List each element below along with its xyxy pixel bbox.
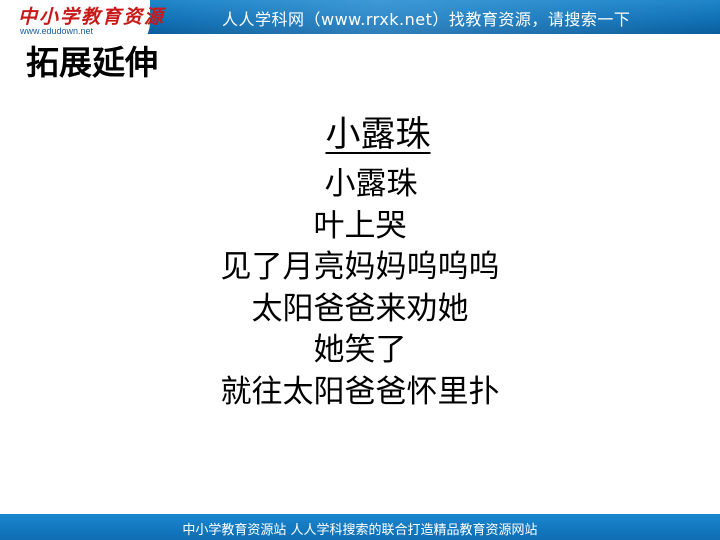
bottom-banner: 中小学教育资源站 人人学科搜索的联合打造精品教育资源网站: [0, 514, 720, 540]
poem-line: 就往太阳爸爸怀里扑: [220, 373, 500, 410]
site-slogan: 人人学科网（www.rrxk.net）找教育资源，请搜索一下: [222, 10, 631, 29]
poem-line: 叶上哭: [313, 207, 407, 244]
poem-line: 小露珠: [324, 166, 418, 202]
logo-text: 中小学教育资源: [18, 6, 166, 28]
slide: 人人学科网（www.rrxk.net）找教育资源，请搜索一下 中小学教育资源 w…: [0, 0, 720, 540]
poem-title-text: 小露珠: [325, 115, 431, 155]
poem-line: 太阳爸爸来劝她: [251, 290, 469, 327]
poem-body: 小露珠 叶上哭 见了月亮妈妈呜呜呜 太阳爸爸来劝她 她笑了 就往太阳爸爸怀里扑: [0, 164, 720, 413]
logo-url: www.edudown.net: [20, 26, 94, 36]
section-heading: 拓展延伸: [26, 43, 158, 82]
poem-line: 见了月亮妈妈呜呜呜: [220, 249, 500, 285]
poem-line: 她笑了: [313, 332, 407, 368]
poem-title: 小露珠: [0, 106, 720, 157]
footer-text: 中小学教育资源站 人人学科搜索的联合打造精品教育资源网站: [182, 523, 538, 538]
